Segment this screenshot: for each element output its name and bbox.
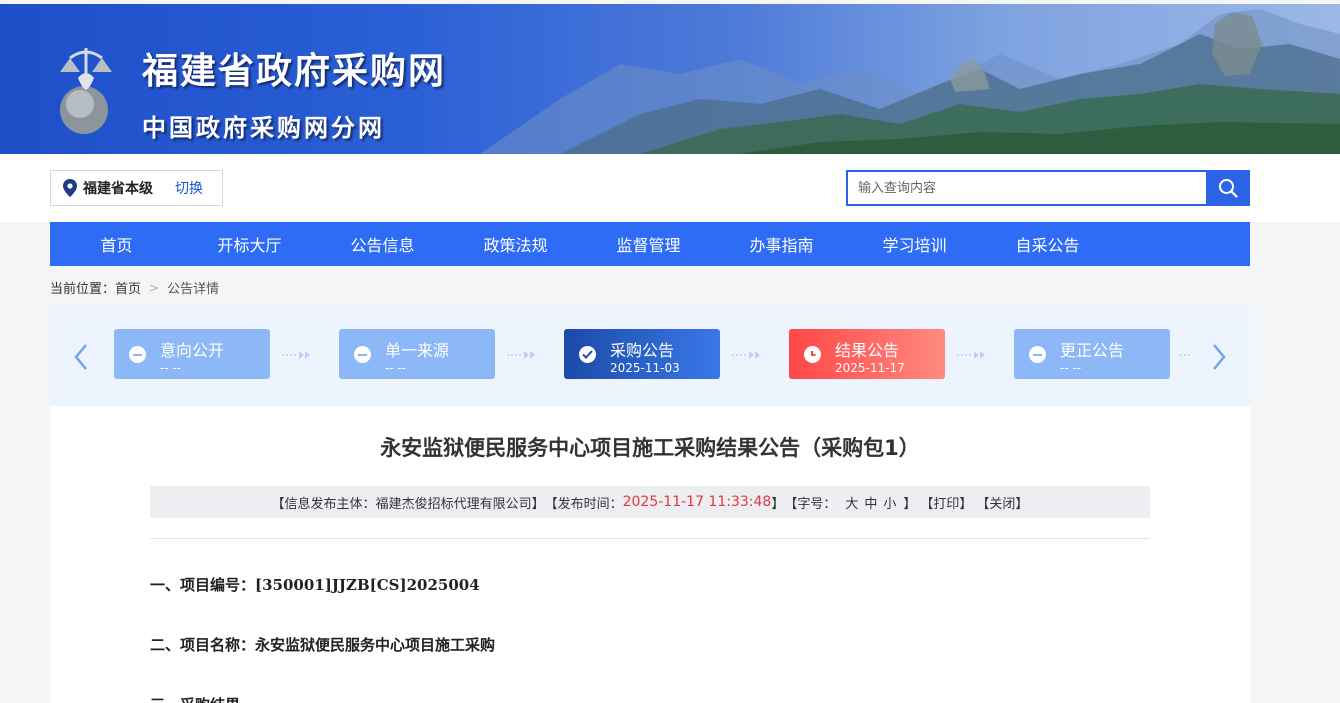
font-size-label: 【字号： bbox=[784, 496, 837, 512]
step-connector-icon bbox=[957, 351, 985, 359]
region-switch-link[interactable]: 切换 bbox=[175, 178, 203, 198]
region-selector[interactable]: 福建省本级 切换 bbox=[50, 170, 223, 206]
breadcrumb-current: 公告详情 bbox=[167, 282, 220, 297]
step-procurement-notice[interactable]: 采购公告 2025-11-03 bbox=[564, 329, 720, 379]
breadcrumb: 当前位置： 首页 > 公告详情 bbox=[50, 278, 220, 298]
step-label: 更正公告 bbox=[1060, 341, 1125, 360]
step-label: 结果公告 bbox=[835, 341, 900, 360]
step-connector-icon bbox=[732, 351, 760, 359]
step-date: 2025-11-03 bbox=[610, 361, 680, 375]
search-box bbox=[846, 170, 1250, 206]
minus-circle-icon bbox=[354, 346, 371, 363]
step-connector-icon bbox=[507, 351, 535, 359]
step-correction-notice[interactable]: 更正公告 -- -- bbox=[1014, 329, 1170, 379]
location-pin-icon bbox=[63, 179, 77, 197]
publisher-name: 福建杰俊招标代理有限公司 bbox=[375, 496, 532, 512]
main-nav: 首页 开标大厅 公告信息 政策法规 监督管理 办事指南 学习培训 自采公告 bbox=[50, 222, 1250, 266]
site-banner: 福建省政府采购网 中国政府采购网分网 bbox=[0, 4, 1340, 154]
procurement-result-heading: 三、采购结果 bbox=[150, 694, 240, 703]
step-label: 采购公告 bbox=[610, 341, 675, 360]
chevron-right-icon[interactable] bbox=[1206, 342, 1230, 372]
project-number: 一、项目编号：[350001]JJZB[CS]2025004 bbox=[150, 576, 480, 594]
project-name: 二、项目名称：永安监狱便民服务中心项目施工采购 bbox=[150, 636, 496, 654]
nav-item-supervision[interactable]: 监督管理 bbox=[582, 222, 715, 266]
step-label: 意向公开 bbox=[160, 341, 225, 360]
chevron-left-icon[interactable] bbox=[70, 342, 94, 372]
nav-item-policies[interactable]: 政策法规 bbox=[449, 222, 582, 266]
site-logo-icon bbox=[60, 48, 112, 134]
step-intent-disclosure[interactable]: 意向公开 -- -- bbox=[114, 329, 270, 379]
font-size-small-button[interactable]: 小 bbox=[883, 493, 896, 512]
minus-circle-icon bbox=[129, 346, 146, 363]
nav-item-bid-hall[interactable]: 开标大厅 bbox=[183, 222, 316, 266]
step-connector-icon bbox=[1180, 354, 1192, 356]
publish-time: 2025-11-17 11:33:48 bbox=[622, 494, 772, 510]
article: 永安监狱便民服务中心项目施工采购结果公告（采购包1） 【信息发布主体： 福建杰俊… bbox=[50, 406, 1250, 703]
nav-item-self-procurement[interactable]: 自采公告 bbox=[981, 222, 1114, 266]
publish-time-label: 【发布时间： bbox=[544, 496, 623, 512]
font-size-medium-button[interactable]: 中 bbox=[864, 493, 877, 512]
step-connector-icon bbox=[282, 351, 310, 359]
step-date: 2025-11-17 bbox=[835, 361, 905, 375]
nav-item-guide[interactable]: 办事指南 bbox=[715, 222, 848, 266]
step-date: -- -- bbox=[385, 361, 407, 375]
chevron-right-icon: > bbox=[149, 280, 160, 295]
step-result-notice[interactable]: 结果公告 2025-11-17 bbox=[789, 329, 945, 379]
breadcrumb-prefix: 当前位置： bbox=[50, 282, 116, 297]
breadcrumb-home-link[interactable]: 首页 bbox=[115, 278, 141, 297]
minus-circle-icon bbox=[1029, 346, 1046, 363]
publisher-end: 】 bbox=[531, 496, 545, 512]
step-single-source[interactable]: 单一来源 -- -- bbox=[339, 329, 495, 379]
nav-item-home[interactable]: 首页 bbox=[50, 222, 183, 266]
procurement-steps: 意向公开 -- -- 单一来源 -- -- 采购公告 2025-11-03 结果… bbox=[50, 306, 1250, 406]
step-label: 单一来源 bbox=[385, 341, 450, 360]
search-button[interactable] bbox=[1206, 170, 1250, 206]
clock-icon bbox=[804, 346, 821, 363]
step-date: -- -- bbox=[1060, 361, 1082, 375]
region-name: 福建省本级 bbox=[83, 181, 153, 197]
search-icon bbox=[1219, 179, 1238, 198]
article-meta-bar: 【信息发布主体： 福建杰俊招标代理有限公司 】 【发布时间： 2025-11-1… bbox=[150, 486, 1150, 518]
publisher-label: 【信息发布主体： bbox=[271, 496, 376, 512]
divider bbox=[150, 538, 1150, 539]
top-bar: 福建省本级 切换 bbox=[0, 154, 1340, 222]
article-title: 永安监狱便民服务中心项目施工采购结果公告（采购包1） bbox=[380, 436, 920, 460]
publish-time-end: 】 bbox=[771, 496, 785, 512]
font-size-large-button[interactable]: 大 bbox=[845, 493, 858, 512]
check-circle-icon bbox=[579, 346, 596, 363]
print-button[interactable]: 【打印】 bbox=[920, 493, 972, 512]
site-title: 福建省政府采购网 bbox=[142, 51, 447, 92]
font-size-end: 】 bbox=[903, 496, 917, 512]
site-subtitle: 中国政府采购网分网 bbox=[142, 114, 385, 142]
close-button[interactable]: 【关闭】 bbox=[976, 493, 1028, 512]
nav-item-announcements[interactable]: 公告信息 bbox=[316, 222, 449, 266]
step-date: -- -- bbox=[160, 361, 182, 375]
nav-item-training[interactable]: 学习培训 bbox=[848, 222, 981, 266]
search-input[interactable] bbox=[846, 170, 1206, 206]
